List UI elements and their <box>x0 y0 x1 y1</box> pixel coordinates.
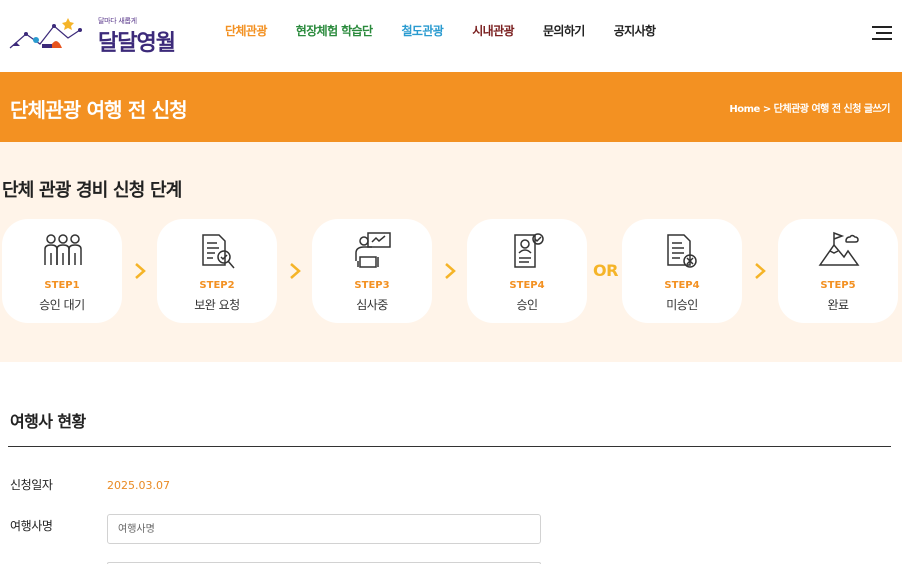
step-number: STEP4 <box>664 280 700 291</box>
site-header: 달마다 새롭게 달달영월 단체관광 현장체험 학습단 철도관광 시내관광 문의하… <box>0 0 902 72</box>
step-number: STEP5 <box>820 280 856 291</box>
logo-name: 달달영월 <box>98 31 176 56</box>
or-separator: OR <box>593 261 618 280</box>
chevron-right-icon <box>755 263 766 279</box>
document-approved-icon <box>514 233 544 268</box>
step-card-waiting: STEP1 승인 대기 <box>2 219 122 323</box>
breadcrumb[interactable]: Home > 단체관광 여행 전 신청 글쓰기 <box>729 100 890 115</box>
reviewer-board-icon <box>355 232 391 268</box>
nav-item-inquiry[interactable]: 문의하기 <box>543 22 585 42</box>
chevron-right-icon <box>135 263 146 279</box>
section-divider <box>8 446 891 447</box>
agency-name-input[interactable] <box>107 514 541 544</box>
logo-night-sky-icon <box>9 18 82 49</box>
nav-item-rail-tour[interactable]: 철도관광 <box>401 22 443 42</box>
step-card-complete: STEP5 완료 <box>778 219 898 323</box>
nav-item-notice[interactable]: 공지사항 <box>614 22 656 42</box>
step-card-rejected: STEP4 미승인 <box>622 219 742 323</box>
mountain-flag-icon <box>818 231 860 266</box>
steps-section: 단체 관광 경비 신청 단계 STEP1 승인 대기 STEP2 보완 요청 S… <box>0 142 902 362</box>
nav-item-group-tour[interactable]: 단체관광 <box>225 22 267 42</box>
step-label: 미승인 <box>666 298 698 312</box>
step-number: STEP2 <box>199 280 235 291</box>
hamburger-menu-icon[interactable] <box>872 26 892 40</box>
form-section-title: 여행사 현황 <box>10 412 86 431</box>
step-card-approved: STEP4 승인 <box>467 219 587 323</box>
page-title: 단체관광 여행 전 신청 <box>10 98 188 122</box>
step-label: 승인 대기 <box>39 298 85 312</box>
step-label: 보완 요청 <box>194 298 240 312</box>
agency-label: 여행사명 <box>10 519 53 533</box>
page-banner: 단체관광 여행 전 신청 Home > 단체관광 여행 전 신청 글쓰기 <box>0 72 902 142</box>
chevron-right-icon <box>445 263 456 279</box>
date-value: 2025.03.07 <box>107 479 170 492</box>
chevron-right-icon <box>290 263 301 279</box>
document-rejected-icon <box>667 234 697 268</box>
step-number: STEP4 <box>509 280 545 291</box>
step-number: STEP3 <box>354 280 390 291</box>
step-label: 승인 <box>516 298 538 312</box>
date-label: 신청일자 <box>10 478 53 492</box>
step-label: 심사중 <box>356 298 388 312</box>
step-label: 완료 <box>827 298 849 312</box>
step-card-supplement: STEP2 보완 요청 <box>157 219 277 323</box>
step-card-reviewing: STEP3 심사중 <box>312 219 432 323</box>
nav-item-field-trip[interactable]: 현장체험 학습단 <box>296 22 373 42</box>
document-search-icon <box>202 234 235 269</box>
steps-title: 단체 관광 경비 신청 단계 <box>2 180 182 201</box>
step-number: STEP1 <box>44 280 80 291</box>
nav-item-city-tour[interactable]: 시내관광 <box>472 22 514 42</box>
main-nav: 단체관광 현장체험 학습단 철도관광 시내관광 문의하기 공지사항 <box>225 22 656 42</box>
people-group-icon <box>44 234 82 265</box>
site-logo[interactable]: 달마다 새롭게 달달영월 <box>6 12 186 56</box>
